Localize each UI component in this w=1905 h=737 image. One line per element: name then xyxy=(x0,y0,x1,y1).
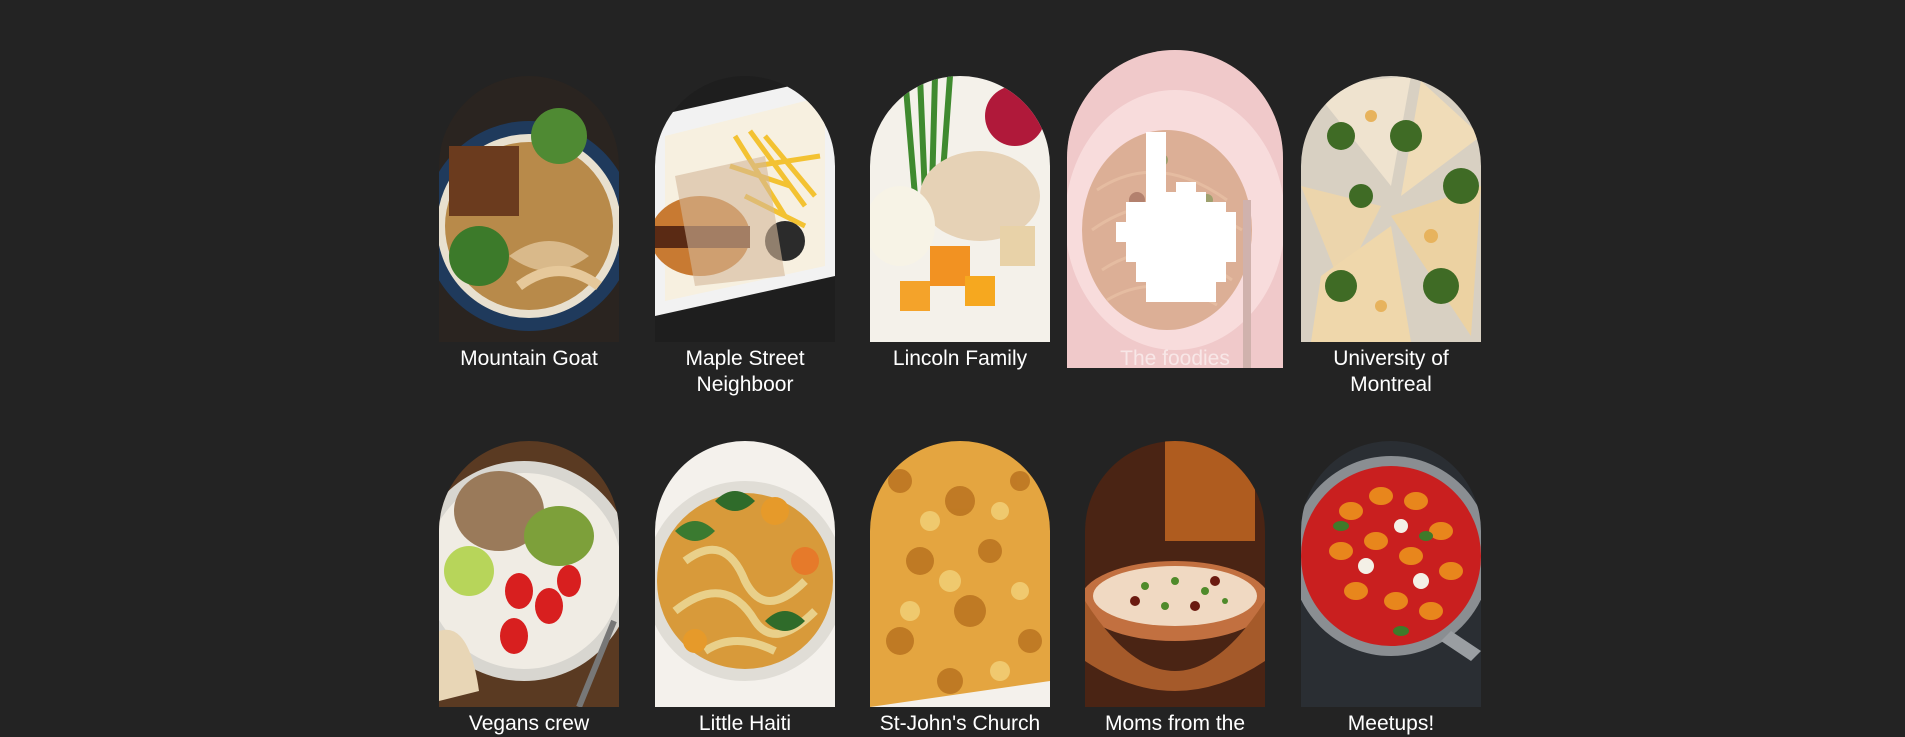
group-card-maple-street[interactable]: Maple Street Neighboor xyxy=(655,76,835,398)
group-name: Mountain Goat xyxy=(460,347,598,370)
group-name: Little Haiti xyxy=(698,712,792,735)
group-image xyxy=(655,441,835,707)
hover-overlay xyxy=(1067,50,1283,368)
group-image xyxy=(655,76,835,342)
group-image xyxy=(1301,441,1481,707)
group-image xyxy=(1085,441,1265,707)
group-card-vegans-crew[interactable]: Vegans crew xyxy=(439,441,619,737)
group-name: St-John's Church xyxy=(879,712,1041,735)
group-card-the-foodies[interactable]: The foodies xyxy=(1067,50,1283,370)
group-name: Lincoln Family xyxy=(892,347,1028,370)
group-card-little-haiti[interactable]: Little Haiti xyxy=(655,441,835,737)
group-name: The foodies xyxy=(1120,347,1230,370)
group-image xyxy=(1301,76,1481,342)
group-name: Vegans crew xyxy=(468,712,590,735)
group-image xyxy=(439,76,619,342)
group-image xyxy=(870,441,1050,707)
group-name: University of Montreal xyxy=(1333,347,1449,396)
group-name: Meetups! xyxy=(1347,712,1435,735)
group-name: Moms from the xyxy=(1104,712,1246,735)
group-card-moms-from-the[interactable]: Moms from the xyxy=(1085,441,1265,737)
group-card-meetups[interactable]: Meetups! xyxy=(1301,441,1481,737)
group-card-lincoln-family[interactable]: Lincoln Family xyxy=(870,76,1050,372)
group-card-st-johns-church[interactable]: St-John's Church xyxy=(870,441,1050,737)
group-card-university-of-montreal[interactable]: University of Montreal xyxy=(1301,76,1481,398)
group-name: Maple Street Neighboor xyxy=(685,347,805,396)
group-image xyxy=(1067,50,1283,368)
group-image xyxy=(439,441,619,707)
group-image xyxy=(870,76,1050,342)
group-card-mountain-goat[interactable]: Mountain Goat xyxy=(439,76,619,372)
